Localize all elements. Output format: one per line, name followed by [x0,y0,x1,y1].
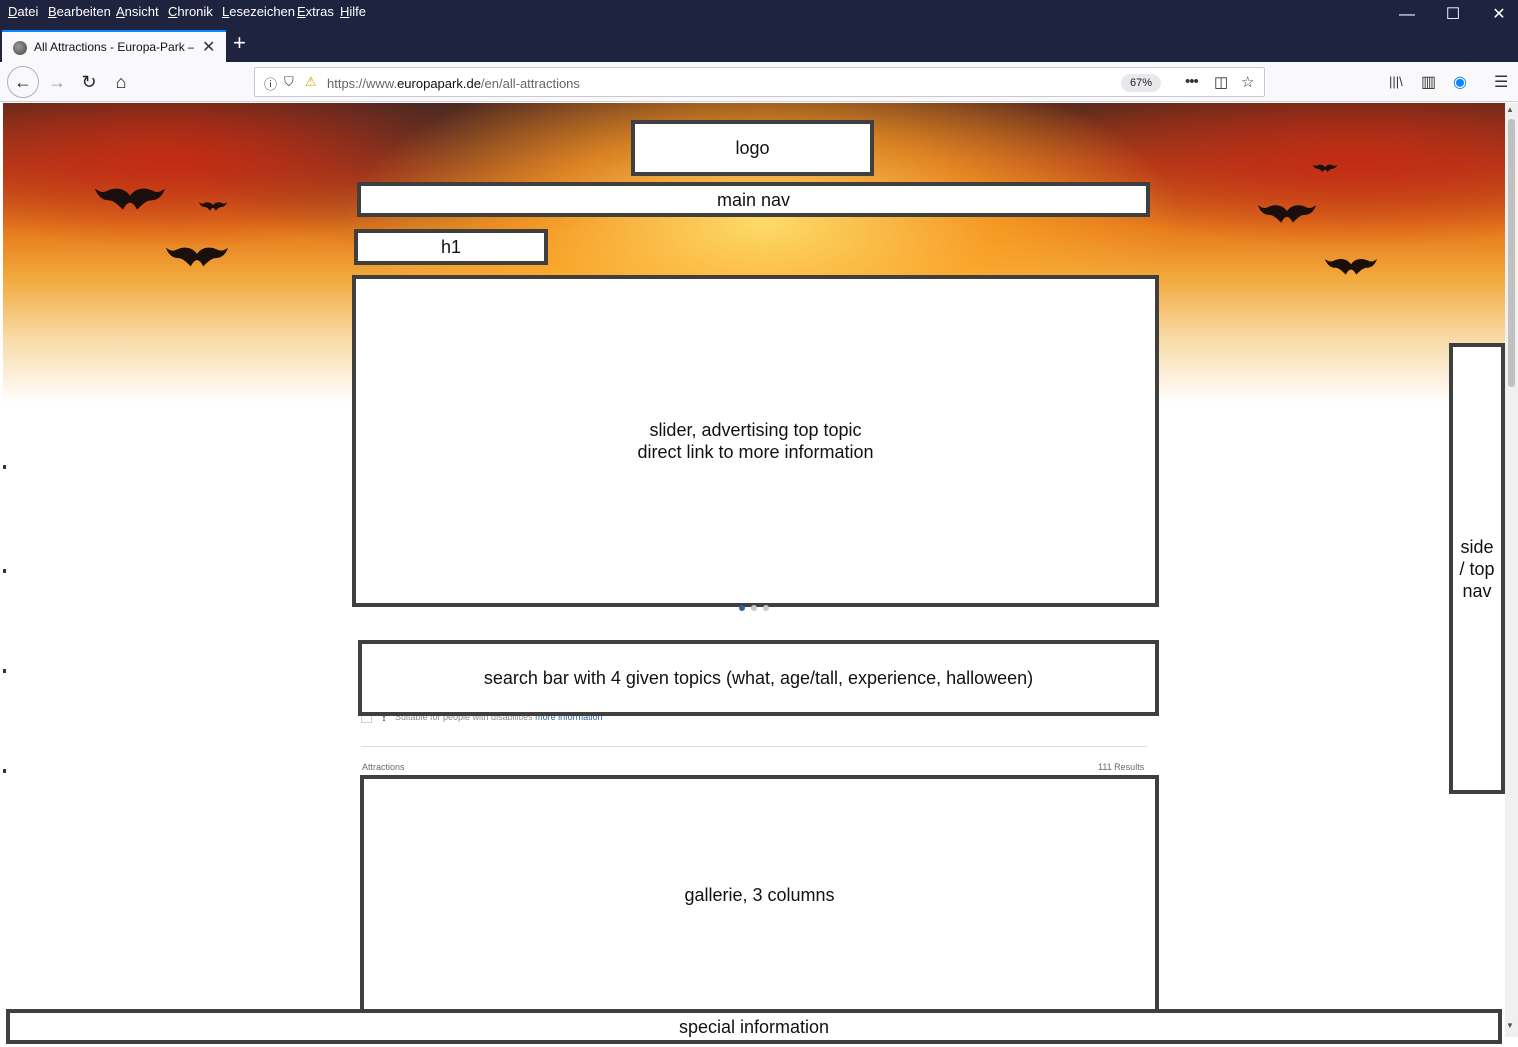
page-edge-mark [3,669,6,673]
forward-icon[interactable]: → [42,67,72,97]
menu-lesezeichen[interactable]: Lesezeichen [222,4,295,19]
reload-icon[interactable]: ↻ [74,67,104,97]
lock-warning-icon[interactable]: ⚠ [305,74,317,90]
side-nav-label-line3: nav [1462,580,1492,601]
divider [361,746,1147,747]
slider-label-line2: direct link to more information [637,442,874,462]
menu-datei[interactable]: Datei [8,4,38,19]
h1-placeholder: h1 [354,229,548,265]
slider-dot[interactable] [763,605,769,611]
info-icon[interactable]: ⓘ [264,74,277,93]
logo-label: logo [735,138,770,158]
more-icon[interactable]: ••• [1185,73,1199,90]
bat-image [1313,161,1337,173]
url-prefix: https://www. [327,76,398,91]
hamburger-menu-icon[interactable]: ☰ [1494,72,1508,92]
side-nav-placeholder[interactable]: side / top nav [1449,343,1505,794]
slider-dot[interactable] [739,605,745,611]
menu-chronik[interactable]: Chronik [168,4,213,19]
site-favicon-icon [13,41,27,55]
bat-image [1325,253,1377,279]
zoom-level-badge[interactable]: 67% [1121,74,1161,92]
scroll-down-icon[interactable]: ▼ [1506,1021,1514,1030]
tab-bar: All Attractions - Europa-Park – ✕ + [0,26,1518,62]
page-edge-mark [3,465,6,469]
navigation-toolbar: ← → ↻ ⌂ ⓘ ⛉ ⚠ https://www.europapark.de/… [0,62,1518,102]
side-nav-label-line2: / top [1459,558,1495,579]
url-domain: europapark.de [397,76,481,91]
slider-dots [739,605,769,611]
menu-bearbeiten[interactable]: Bearbeiten [48,4,111,19]
slider-label-line1: slider, advertising top topic [649,420,862,440]
shield-icon[interactable]: ⛉ [284,74,294,90]
url-path: /en/all-attractions [480,76,580,91]
tab-close-icon[interactable]: ✕ [202,37,215,57]
search-bar-label: search bar with 4 given topics (what, ag… [483,668,1034,688]
tab-title: All Attractions - Europa-Park – [34,40,194,54]
special-information-placeholder[interactable]: special information [6,1009,1502,1044]
slider-dot[interactable] [751,605,757,611]
library-icon[interactable]: |||\ [1389,74,1403,89]
menu-hilfe[interactable]: Hilfe [340,4,366,19]
page-scrollbar[interactable]: ▲ ▼ [1505,103,1518,1037]
logo-placeholder[interactable]: logo [631,120,874,176]
scroll-up-icon[interactable]: ▲ [1506,105,1514,114]
bat-image [1258,199,1316,227]
results-label: Attractions [362,762,405,772]
sidebar-icon[interactable]: ▥ [1421,72,1436,92]
home-icon[interactable]: ⌂ [106,67,136,97]
bat-image [95,181,165,215]
page-edge-mark [3,569,6,573]
url-text[interactable]: https://www.europapark.de/en/all-attract… [327,76,580,91]
page-edge-mark [3,769,6,773]
gallery-label: gallerie, 3 columns [684,885,835,905]
scroll-thumb[interactable] [1508,119,1515,387]
page-content: logo main nav h1 slider, advertising top… [3,103,1505,1047]
side-nav-label-line1: side [1460,536,1494,557]
special-information-label: special information [678,1016,830,1037]
pocket-icon[interactable]: ◫ [1214,73,1228,91]
menu-bar: Datei Bearbeiten Ansicht Chronik Lesezei… [0,0,1518,26]
slider-placeholder[interactable]: slider, advertising top topic direct lin… [352,275,1159,607]
url-bar[interactable]: ⓘ ⛉ ⚠ https://www.europapark.de/en/all-a… [254,67,1265,97]
h1-label: h1 [440,237,462,257]
menu-ansicht[interactable]: Ansicht [116,4,159,19]
results-count: 111 Results [1098,762,1145,772]
main-nav-placeholder[interactable]: main nav [357,182,1150,217]
bat-image [199,199,227,213]
bat-image [166,243,228,269]
menu-extras[interactable]: Extras [297,4,334,19]
gallery-placeholder[interactable]: gallerie, 3 columns [360,775,1159,1015]
tab-all-attractions[interactable]: All Attractions - Europa-Park – ✕ [2,30,226,62]
search-bar-placeholder[interactable]: search bar with 4 given topics (what, ag… [358,640,1159,716]
new-tab-button[interactable]: + [233,30,246,56]
account-icon[interactable]: ◉ [1453,72,1467,92]
back-icon[interactable]: ← [7,66,39,98]
bookmark-star-icon[interactable]: ☆ [1241,73,1254,91]
main-nav-label: main nav [716,189,791,210]
